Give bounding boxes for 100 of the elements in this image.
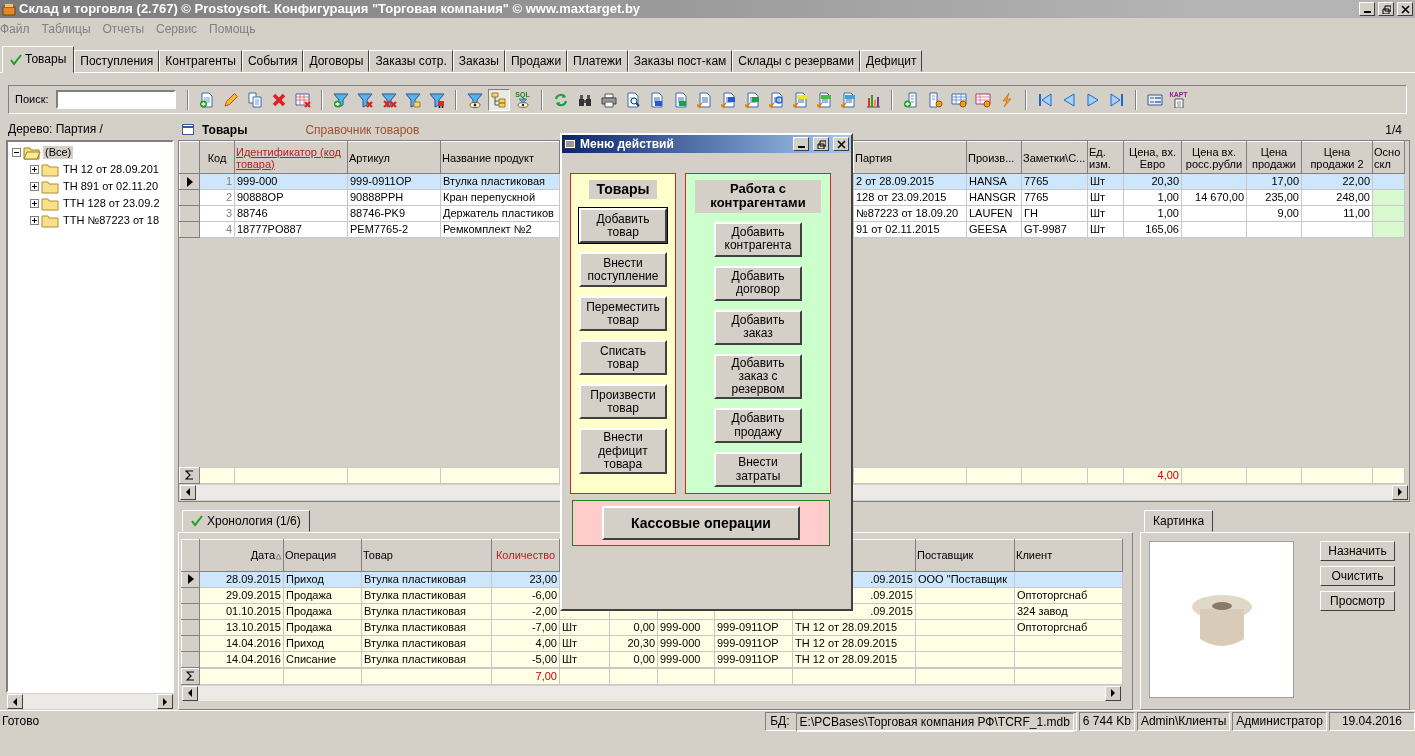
minimize-icon [797,146,805,148]
picture-button[interactable]: Очистить [1320,565,1395,586]
column-header[interactable]: Товар [361,539,492,572]
column-header[interactable]: Артикул [347,142,441,174]
search-label: Поиск: [15,92,49,107]
picture-button[interactable]: Назначить [1320,540,1395,561]
tree-item[interactable]: (Все) [43,146,74,160]
close-button[interactable] [1397,2,1413,16]
window-title: Склад и торговля (2.767) © Prostoysoft. Конфигурация "Торговая компания" © www.maxtarget.by [19,1,642,17]
table-row[interactable]: 14.04.2016 Списание Втулка пластиковая -5,00 Шт 0,00 999-000 999-0911OP ТН 12 от 28.09.2015 [181,651,1123,668]
action-button[interactable]: Добавить заказ [714,309,802,345]
action-button[interactable]: Добавить товар [579,208,667,244]
panel-title: Товары [202,122,248,137]
tree-item[interactable]: ТТН 128 от 23.09.2 [61,197,162,211]
table-row[interactable]: 13.10.2015 Продажа Втулка пластиковая -7,00 Шт 0,00 999-000 999-0911OP ТН 12 от 28.09.2015 Оптоторгснаб [181,619,1123,636]
column-header[interactable]: Ед. изм. [1087,142,1124,174]
scroll-right-icon[interactable] [162,697,168,706]
column-header[interactable]: Произв... [966,142,1022,174]
minimize-icon [1363,11,1371,13]
action-button[interactable]: Добавить заказ с резервом [714,353,802,400]
dialog-title: Меню действий [580,136,675,152]
open-folder-icon [23,145,41,160]
action-button[interactable]: Внести поступление [579,252,667,288]
picture-button[interactable]: Просмотр [1320,590,1395,611]
action-button[interactable]: Внести дефицит товара [579,428,667,474]
tab[interactable]: Склады с резервами [732,50,860,72]
tab[interactable]: Картинка [1144,509,1214,532]
column-header[interactable]: Заметки\С... [1021,142,1088,174]
collapse-icon[interactable] [12,148,21,158]
action-button[interactable]: Добавить договор [714,265,802,301]
column-header[interactable]: Поставщик [915,539,1015,572]
tree-item[interactable]: ТН 12 от 28.09.201 [61,163,161,177]
scroll-left-icon[interactable] [185,488,191,497]
tab[interactable]: Продажи [504,50,568,72]
total-cell: 7,00 [491,668,560,685]
tree-item[interactable]: ТТН №87223 от 18 [61,214,162,228]
action-button[interactable]: Произвести товар [579,384,667,420]
minimize-button[interactable] [1359,2,1375,16]
tab[interactable]: Товары [2,46,75,73]
tab[interactable]: Контрагенты [159,50,242,72]
expand-icon[interactable] [30,165,39,175]
tab[interactable]: Платежи [567,50,628,72]
tab[interactable]: Хронология (1/6) [182,509,310,532]
folder-icon [41,196,59,211]
tab[interactable]: Поступления [74,50,160,72]
tab[interactable]: События [241,50,304,72]
column-header[interactable]: Код [199,142,235,174]
current-row-icon [185,177,194,187]
column-header[interactable]: Клиент [1014,539,1123,572]
action-button[interactable]: Внести затраты [714,452,802,488]
scroll-right-icon[interactable] [1397,488,1403,497]
search-field[interactable] [55,90,176,109]
tree-item[interactable]: ТН 891 от 02.11.20 [61,180,161,194]
filter-eye-icon [515,98,530,108]
column-header[interactable]: Цена, вх. Евро [1123,142,1182,174]
column-header[interactable]: Дата [199,539,284,572]
tab[interactable]: Дефицит [860,50,923,72]
panel-heading: Работа с контрагентами [695,180,821,213]
status-field: E:\PCBases\Торговая компания РФ\TCRF_1.mdb [795,713,1074,732]
column-header[interactable]: Партия [853,142,967,174]
column-header[interactable]: Идентификатор (код товара) [234,142,348,174]
column-header[interactable]: Цена продажи [1246,142,1302,174]
action-button[interactable]: Списать товар [579,340,667,376]
action-button[interactable]: Добавить продажу [714,408,802,444]
table-icon [182,124,194,136]
tree-caption: Дерево: Партия / [7,121,104,138]
tab[interactable]: Заказы пост-кам [627,50,733,72]
scroll-left-icon[interactable] [187,689,193,698]
horizontal-scrollbar[interactable] [6,693,174,710]
column-header[interactable]: Название продукт [440,142,560,174]
tree-view-button[interactable] [487,88,510,111]
menu-icon [564,139,576,149]
action-button[interactable]: Переместить товар [579,296,667,332]
restore-button[interactable] [813,137,829,151]
expand-icon[interactable] [30,182,39,192]
tab[interactable]: Договоры [303,50,370,72]
status-field: 6 744 Kb [1078,712,1135,731]
tab[interactable]: Заказы [452,50,505,72]
total-cell: 4,00 [1123,467,1182,484]
column-header[interactable]: Количество [491,539,560,572]
restore-button[interactable] [1378,2,1394,16]
close-button[interactable] [833,137,849,151]
column-header[interactable]: Цена вх. росс.рубли [1181,142,1247,174]
check-icon [191,514,203,527]
column-header[interactable]: Цена продажи 2 [1301,142,1373,174]
app-icon [2,2,16,16]
action-button[interactable]: Добавить контрагента [714,221,802,257]
column-header[interactable]: Осно скл [1372,142,1405,174]
folder-icon [41,162,59,177]
table-row[interactable]: 14.04.2016 Приход Втулка пластиковая 4,00 Шт 20,30 999-000 999-0911OP ТН 12 от 28.09.2015 [181,635,1123,652]
scroll-left-icon[interactable] [12,697,18,706]
tab[interactable]: Заказы сотр. [369,50,453,72]
close-icon [836,139,846,149]
expand-icon[interactable] [30,216,39,226]
expand-icon[interactable] [30,199,39,209]
panel-subtitle: Справочник товаров [305,122,420,137]
cash-operations-button[interactable]: Кассовые операции [602,506,800,540]
scroll-right-icon[interactable] [1110,689,1116,698]
minimize-button[interactable] [793,137,809,151]
column-header[interactable]: Операция [283,539,362,572]
